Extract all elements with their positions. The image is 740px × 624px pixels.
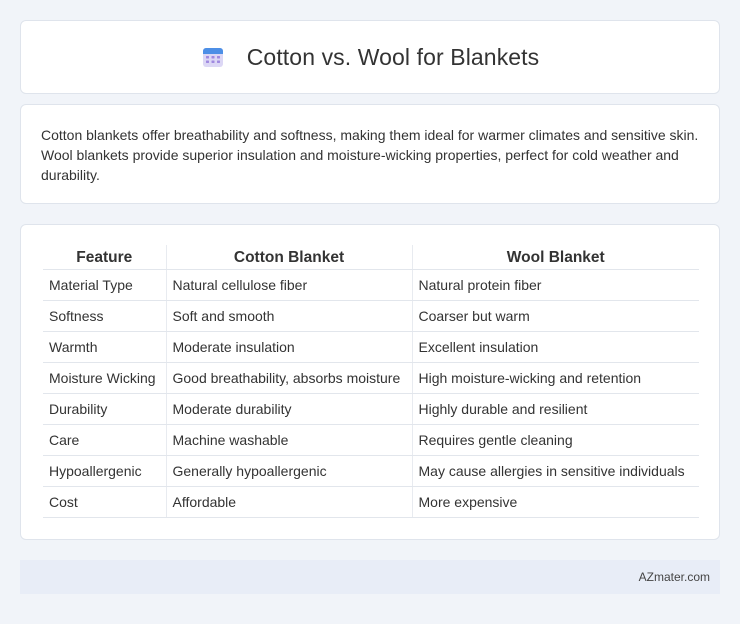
cell-feature: Moisture Wicking [43, 362, 166, 394]
cell-wool: Requires gentle cleaning [411, 424, 699, 456]
table-row: Material Type Natural cellulose fiber Na… [43, 269, 699, 301]
summary-text: Cotton blankets offer breathability and … [41, 127, 699, 183]
calendar-icon [202, 48, 223, 67]
table-row: Hypoallergenic Generally hypoallergenic … [43, 455, 699, 487]
cell-wool: Coarser but warm [411, 300, 699, 332]
cell-cotton: Machine washable [165, 424, 412, 456]
cell-wool: Natural protein fiber [411, 269, 699, 301]
table-row: Softness Soft and smooth Coarser but war… [43, 300, 699, 332]
cell-cotton: Natural cellulose fiber [165, 269, 412, 301]
cell-feature: Warmth [43, 331, 166, 363]
cell-feature: Hypoallergenic [43, 455, 166, 487]
column-header-wool: Wool Blanket [411, 245, 699, 270]
cell-wool: More expensive [411, 486, 699, 518]
cell-feature: Material Type [43, 269, 166, 301]
title-card: Cotton vs. Wool for Blankets [20, 20, 720, 94]
page-title: Cotton vs. Wool for Blankets [246, 43, 540, 70]
cell-wool: Highly durable and resilient [411, 393, 699, 425]
table-header-row: Feature Cotton Blanket Wool Blanket [43, 245, 699, 270]
footer-site-link[interactable]: AZmater.com [639, 570, 710, 584]
table-card: Feature Cotton Blanket Wool Blanket Mate… [20, 224, 720, 540]
page: Cotton vs. Wool for Blankets Cotton blan… [0, 0, 740, 624]
cell-wool: High moisture-wicking and retention [411, 362, 699, 394]
summary-card: Cotton blankets offer breathability and … [20, 104, 720, 204]
table-row: Care Machine washable Requires gentle cl… [43, 424, 699, 456]
table-row: Durability Moderate durability Highly du… [43, 393, 699, 425]
table-row: Warmth Moderate insulation Excellent ins… [43, 331, 699, 363]
cell-feature: Softness [43, 300, 166, 332]
comparison-table: Feature Cotton Blanket Wool Blanket Mate… [43, 245, 699, 518]
cell-feature: Care [43, 424, 166, 456]
cell-cotton: Moderate insulation [165, 331, 412, 363]
column-header-cotton: Cotton Blanket [165, 245, 412, 270]
cell-cotton: Affordable [165, 486, 412, 518]
table-row: Cost Affordable More expensive [43, 486, 699, 518]
footer: AZmater.com [20, 560, 720, 594]
cell-wool: Excellent insulation [411, 331, 699, 363]
cell-feature: Cost [43, 486, 166, 518]
cell-cotton: Generally hypoallergenic [165, 455, 412, 487]
cell-wool: May cause allergies in sensitive individ… [411, 455, 699, 487]
cell-feature: Durability [43, 393, 166, 425]
cell-cotton: Soft and smooth [165, 300, 412, 332]
cell-cotton: Moderate durability [165, 393, 412, 425]
column-header-feature: Feature [43, 245, 166, 270]
cell-cotton: Good breathability, absorbs moisture [165, 362, 412, 394]
table-row: Moisture Wicking Good breathability, abs… [43, 362, 699, 394]
